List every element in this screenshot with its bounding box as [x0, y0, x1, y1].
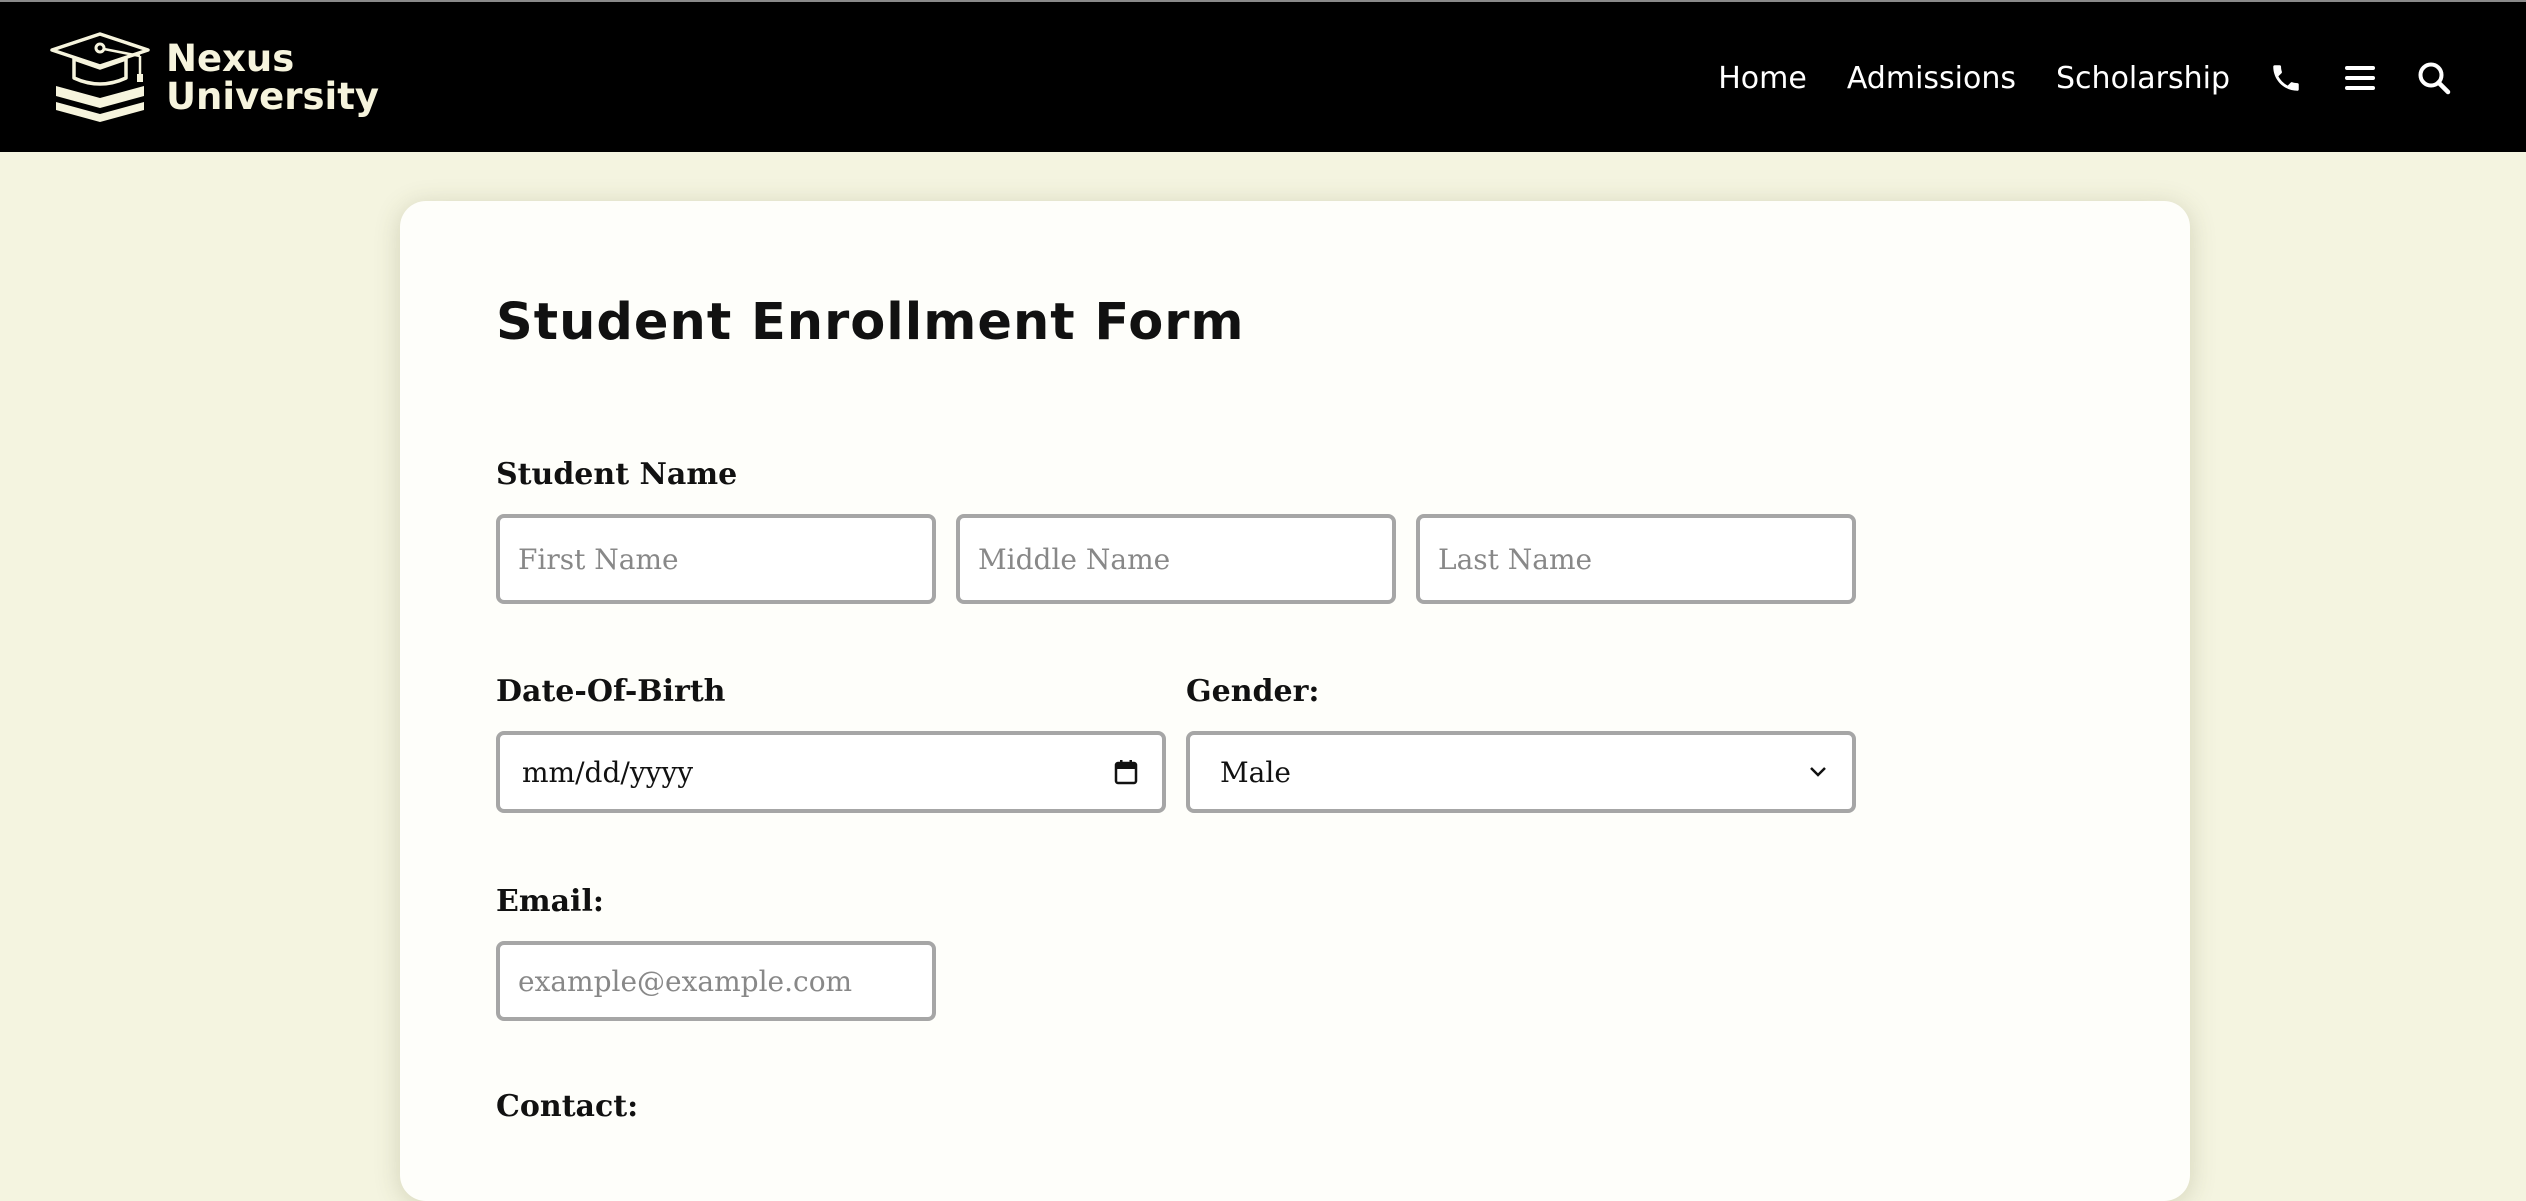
- nav-link-home[interactable]: Home: [1718, 61, 1807, 96]
- phone-icon[interactable]: [2268, 60, 2304, 96]
- brand-line-1: Nexus: [166, 37, 295, 80]
- brand-logo[interactable]: Nexus University: [50, 30, 379, 126]
- form-title: Student Enrollment Form: [496, 293, 1245, 352]
- nav-link-scholarship[interactable]: Scholarship: [2056, 61, 2230, 96]
- graduation-cap-books-icon: [50, 32, 150, 122]
- navbar: Nexus University Home Admissions Scholar…: [0, 0, 2526, 152]
- email-input[interactable]: [496, 941, 936, 1021]
- menu-icon[interactable]: [2342, 60, 2378, 96]
- first-name-input[interactable]: [496, 514, 936, 604]
- gender-select[interactable]: Male: [1186, 731, 1856, 813]
- nav-link-admissions[interactable]: Admissions: [1847, 61, 2016, 96]
- brand-name: Nexus University: [166, 40, 379, 116]
- contact-label: Contact:: [496, 1089, 639, 1124]
- gender-selected-value: Male: [1220, 755, 1291, 789]
- dob-placeholder: mm/dd/yyyy: [522, 755, 694, 789]
- middle-name-input[interactable]: [956, 514, 1396, 604]
- main-nav: Home Admissions Scholarship: [1718, 2, 2452, 154]
- brand-line-2: University: [166, 75, 380, 118]
- search-icon[interactable]: [2416, 60, 2452, 96]
- last-name-input[interactable]: [1416, 514, 1856, 604]
- gender-label: Gender:: [1186, 674, 1320, 709]
- chevron-down-icon: [1810, 767, 1826, 777]
- dob-label: Date-Of-Birth: [496, 674, 726, 709]
- enrollment-form-card: Student Enrollment Form Student Name Dat…: [400, 201, 2190, 1201]
- email-label: Email:: [496, 884, 604, 919]
- calendar-icon[interactable]: [1114, 759, 1138, 785]
- dob-input[interactable]: mm/dd/yyyy: [496, 731, 1166, 813]
- student-name-label: Student Name: [496, 457, 738, 492]
